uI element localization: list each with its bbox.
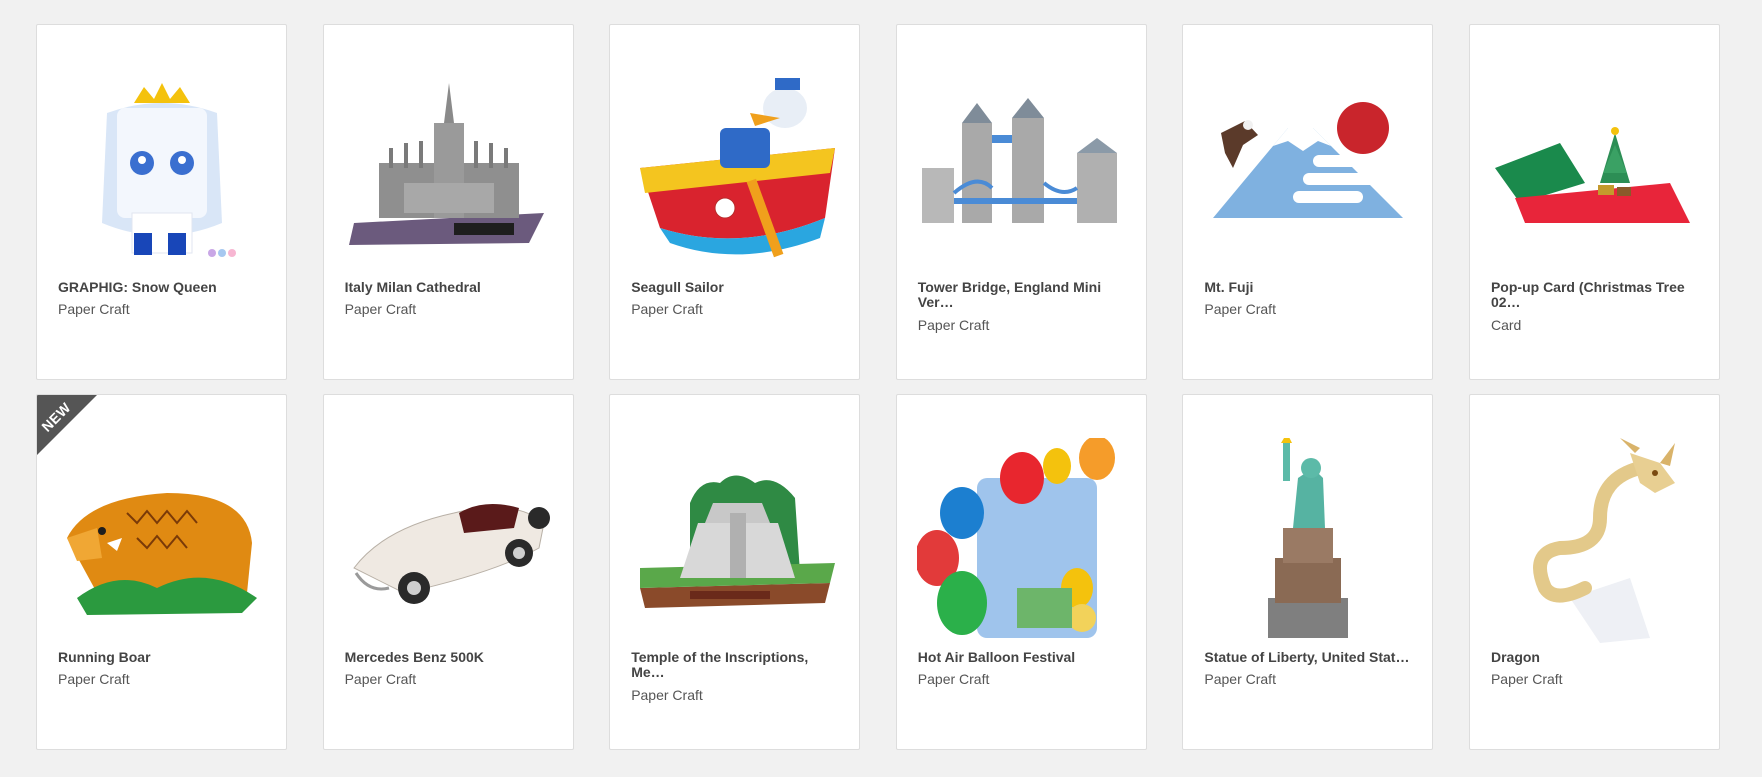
product-category: Paper Craft [1204,671,1276,687]
product-title[interactable]: Seagull Sailor [631,280,841,295]
product-category: Paper Craft [58,671,130,687]
product-category: Paper Craft [917,671,990,687]
product-title[interactable]: Tower Bridge, England Mini Ver… [918,280,1128,310]
product-card[interactable]: Temple of the Inscriptions, Me… Paper Cr… [609,394,861,750]
product-card[interactable]: NEW Running Boar Paper Craft [36,394,287,750]
product-title[interactable]: Hot Air Balloon Festival [918,650,1128,665]
product-title[interactable]: GRAPHIG: Snow Queen [58,280,268,295]
product-category: Paper Craft [1490,671,1563,687]
product-grid: GRAPHIG: Snow Queen Paper Craft Italy Mi… [36,24,1720,750]
product-category: Paper Craft [1204,301,1276,317]
product-title[interactable]: Temple of the Inscriptions, Me… [631,650,841,680]
product-card[interactable]: Tower Bridge, England Mini Ver… Paper Cr… [895,24,1147,380]
dragon-image[interactable] [1490,423,1700,663]
mercedes-benz-image[interactable] [344,423,554,663]
product-title[interactable]: Pop-up Card (Christmas Tree 02… [1491,280,1701,310]
product-category: Paper Craft [631,301,703,317]
product-card[interactable]: Mt. Fuji Paper Craft [1182,24,1434,380]
product-title[interactable]: Italy Milan Cathedral [345,280,555,295]
tower-bridge-image[interactable] [917,53,1127,293]
product-category: Paper Craft [58,301,130,317]
product-card[interactable]: Pop-up Card (Christmas Tree 02… Card [1468,24,1720,380]
product-category: Paper Craft [631,687,703,703]
christmas-tree-card-image[interactable] [1490,53,1700,293]
product-card[interactable]: Seagull Sailor Paper Craft [609,24,861,380]
product-title[interactable]: Dragon [1491,650,1701,665]
product-card[interactable]: Statue of Liberty, United Stat… Paper Cr… [1182,394,1434,750]
milan-cathedral-image[interactable] [344,53,554,293]
product-title[interactable]: Mercedes Benz 500K [345,650,555,665]
hot-air-balloon-image[interactable] [916,423,1127,663]
product-category: Card [1490,317,1522,333]
mt-fuji-image[interactable] [1203,53,1413,293]
product-card[interactable]: Dragon Paper Craft [1468,394,1720,750]
temple-image[interactable] [630,423,840,663]
product-card[interactable]: Mercedes Benz 500K Paper Craft [322,394,574,750]
product-title[interactable]: Mt. Fuji [1204,280,1414,295]
product-category: Paper Craft [344,671,417,687]
seagull-sailor-image[interactable] [630,53,840,293]
product-title[interactable]: Statue of Liberty, United Stat… [1204,650,1414,665]
product-card[interactable]: Hot Air Balloon Festival Paper Craft [895,394,1147,750]
product-card[interactable]: Italy Milan Cathedral Paper Craft [322,24,574,380]
running-boar-image[interactable] [57,423,267,663]
product-category: Paper Craft [344,301,417,317]
snow-queen-image[interactable] [57,53,267,293]
product-category: Paper Craft [917,317,990,333]
product-card[interactable]: GRAPHIG: Snow Queen Paper Craft [36,24,287,380]
product-title[interactable]: Running Boar [58,650,268,665]
statue-of-liberty-image[interactable] [1203,423,1413,663]
